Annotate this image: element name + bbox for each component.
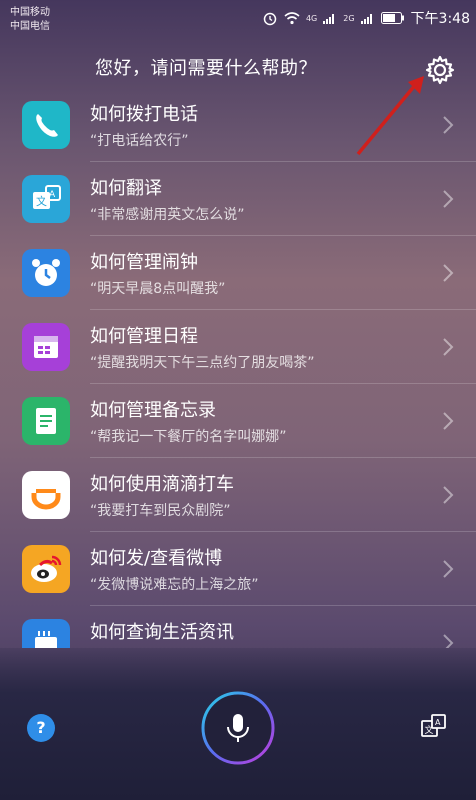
translate-shortcut-icon[interactable]: 文 A	[420, 712, 448, 740]
item-subtitle: “发微博说难忘的上海之旅”	[90, 577, 259, 593]
didi-icon	[22, 471, 70, 519]
info-icon	[22, 619, 70, 648]
chevron-right-icon	[443, 116, 454, 134]
item-subtitle: “明天早晨8点叫醒我”	[90, 281, 226, 297]
chevron-right-icon	[443, 634, 454, 648]
translate-icon: 文 A	[22, 175, 70, 223]
wifi-icon	[284, 12, 300, 25]
carrier-1: 中国移动	[10, 7, 50, 18]
list-item-translate[interactable]: 文 A 如何翻译 “非常感谢用英文怎么说”	[0, 162, 476, 236]
item-title: 如何翻译	[90, 178, 162, 199]
item-title: 如何管理备忘录	[90, 400, 216, 421]
item-subtitle: “帮我记一下餐厅的名字叫娜娜”	[90, 429, 287, 445]
battery-icon	[380, 12, 404, 24]
signal-bars-2-icon	[360, 14, 372, 24]
list-item-weibo[interactable]: 如何发/查看微博 “发微博说难忘的上海之旅”	[0, 532, 476, 606]
item-title: 如何发/查看微博	[90, 548, 223, 569]
phone-icon	[22, 101, 70, 149]
item-title: 如何管理日程	[90, 326, 198, 347]
list-item-call[interactable]: 如何拨打电话 “打电话给农行”	[0, 88, 476, 162]
item-title: 如何拨打电话	[90, 104, 198, 125]
item-subtitle: “我要打车到民众剧院”	[90, 503, 231, 519]
chevron-right-icon	[443, 486, 454, 504]
signal-bars-icon	[323, 14, 335, 24]
alarm-clock-icon	[22, 249, 70, 297]
chevron-right-icon	[443, 190, 454, 208]
status-bar: 中国移动 中国电信 4G 2G 下午3:48	[0, 0, 476, 36]
alarm-status-icon	[263, 12, 277, 26]
item-subtitle: “非常感谢用英文怎么说”	[90, 207, 245, 223]
help-topic-list: 如何拨打电话 “打电话给农行” 文 A 如何翻译 “非常感谢用英文怎么说” 如何…	[0, 88, 476, 648]
calendar-icon	[22, 323, 70, 371]
signal-type-1: 4G	[305, 13, 318, 23]
item-title: 如何管理闹钟	[90, 252, 198, 273]
item-subtitle: “提醒我明天下午三点约了朋友喝茶”	[90, 355, 315, 371]
page-title: 您好，请问需要什么帮助？	[95, 58, 317, 79]
item-title: 如何查询生活资讯	[90, 622, 234, 643]
chevron-right-icon	[443, 264, 454, 282]
chevron-right-icon	[443, 338, 454, 356]
status-icons: 4G 2G 下午3:48	[262, 8, 470, 28]
list-item-didi[interactable]: 如何使用滴滴打车 “我要打车到民众剧院”	[0, 458, 476, 532]
list-item-schedule[interactable]: 如何管理日程 “提醒我明天下午三点约了朋友喝茶”	[0, 310, 476, 384]
svg-text:A: A	[435, 718, 441, 727]
list-item-life-info[interactable]: 如何查询生活资讯	[0, 606, 476, 648]
list-item-alarm[interactable]: 如何管理闹钟 “明天早晨8点叫醒我”	[0, 236, 476, 310]
list-item-memo[interactable]: 如何管理备忘录 “帮我记一下餐厅的名字叫娜娜”	[0, 384, 476, 458]
signal-type-2: 2G	[343, 13, 355, 23]
carrier-2: 中国电信	[10, 21, 50, 32]
chevron-right-icon	[443, 560, 454, 578]
clock-time: 下午3:48	[410, 11, 470, 27]
chevron-right-icon	[443, 412, 454, 430]
help-button[interactable]: ?	[27, 714, 55, 742]
item-title: 如何使用滴滴打车	[90, 474, 234, 495]
weibo-icon	[22, 545, 70, 593]
item-subtitle: “打电话给农行”	[90, 133, 189, 149]
svg-text:A: A	[49, 190, 56, 200]
microphone-button[interactable]	[200, 690, 276, 766]
notepad-icon	[22, 397, 70, 445]
